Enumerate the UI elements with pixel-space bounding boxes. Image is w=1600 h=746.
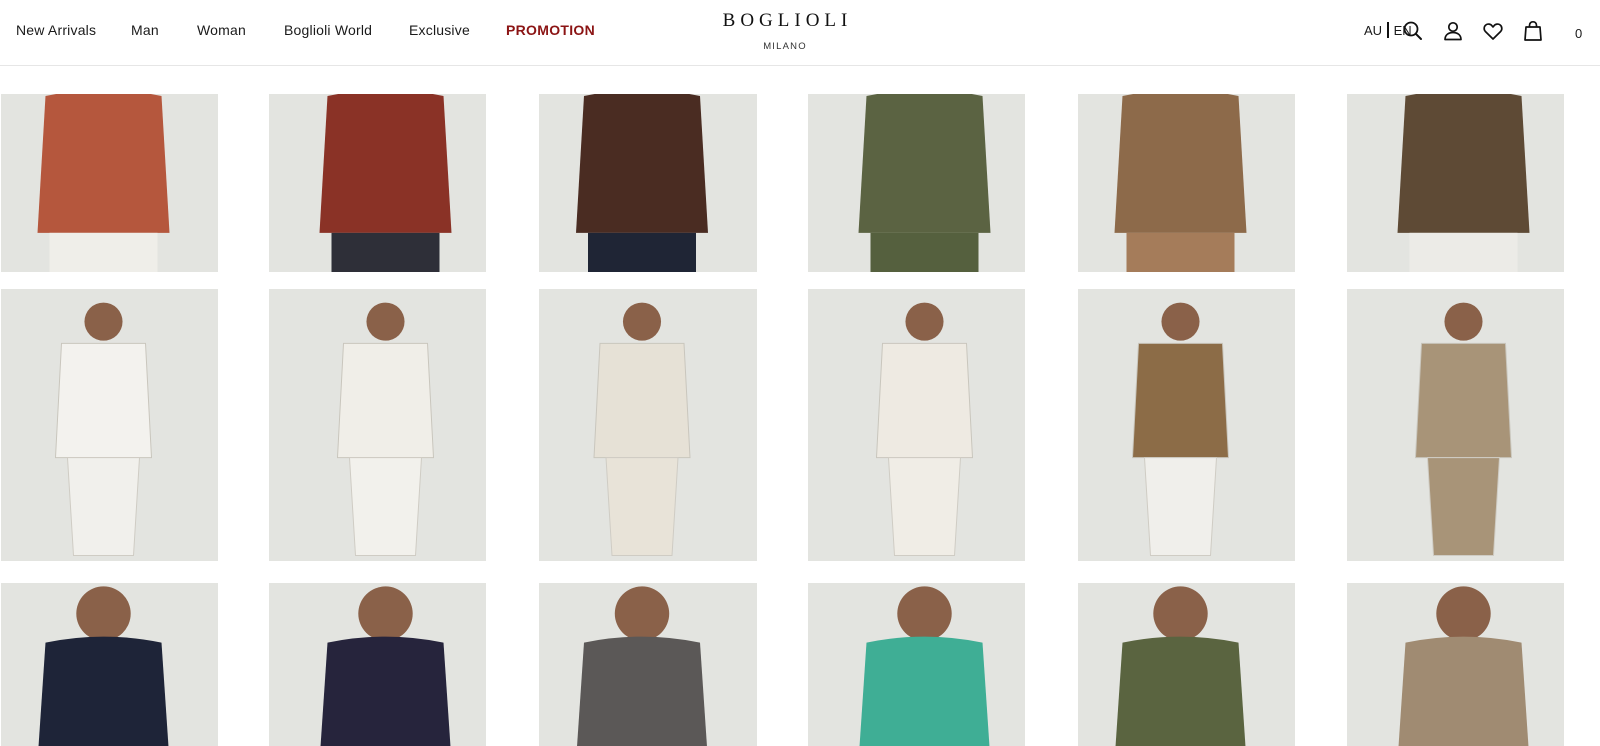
product-image-r1-c5[interactable] xyxy=(1078,94,1295,272)
product-image-r1-c4[interactable] xyxy=(808,94,1025,272)
product-image-r1-c6[interactable] xyxy=(1347,94,1564,272)
nav-new-arrivals[interactable]: New Arrivals xyxy=(16,22,96,38)
nav-woman[interactable]: Woman xyxy=(197,22,246,38)
nav-exclusive[interactable]: Exclusive xyxy=(409,22,470,38)
product-image-r3-c6[interactable] xyxy=(1347,583,1564,746)
product-gallery xyxy=(0,94,1600,746)
account-icon[interactable] xyxy=(1440,18,1466,44)
brand-city: MILANO xyxy=(763,41,807,52)
product-image-r2-c4[interactable] xyxy=(808,289,1025,561)
wishlist-heart-icon[interactable] xyxy=(1480,18,1506,44)
product-image-r1-c2[interactable] xyxy=(269,94,486,272)
product-image-r2-c2[interactable] xyxy=(269,289,486,561)
nav-promotion[interactable]: PROMOTION xyxy=(506,22,595,38)
site-header: New Arrivals Man Woman Boglioli World Ex… xyxy=(0,0,1600,66)
brand-name: BOGLIOLI xyxy=(722,10,853,31)
product-image-r2-c3[interactable] xyxy=(539,289,757,561)
product-image-r2-c5[interactable] xyxy=(1078,289,1295,561)
product-image-r1-c1[interactable] xyxy=(1,94,218,272)
product-image-r2-c6[interactable] xyxy=(1347,289,1564,561)
shopping-bag-icon[interactable] xyxy=(1520,18,1546,44)
product-image-r3-c1[interactable] xyxy=(1,583,218,746)
product-image-r3-c5[interactable] xyxy=(1078,583,1295,746)
nav-man[interactable]: Man xyxy=(131,22,159,38)
product-image-r3-c3[interactable] xyxy=(539,583,757,746)
cart-count: 0 xyxy=(1575,26,1583,41)
product-image-r3-c2[interactable] xyxy=(269,583,486,746)
search-icon[interactable] xyxy=(1400,18,1426,44)
brand-logo[interactable]: BOGLIOLI MILANO xyxy=(700,10,870,52)
nav-boglioli-world[interactable]: Boglioli World xyxy=(284,22,372,38)
language-region: AU xyxy=(1364,23,1383,38)
product-image-r3-c4[interactable] xyxy=(808,583,1025,746)
language-divider xyxy=(1387,22,1389,38)
product-image-r1-c3[interactable] xyxy=(539,94,757,272)
product-image-r2-c1[interactable] xyxy=(1,289,218,561)
